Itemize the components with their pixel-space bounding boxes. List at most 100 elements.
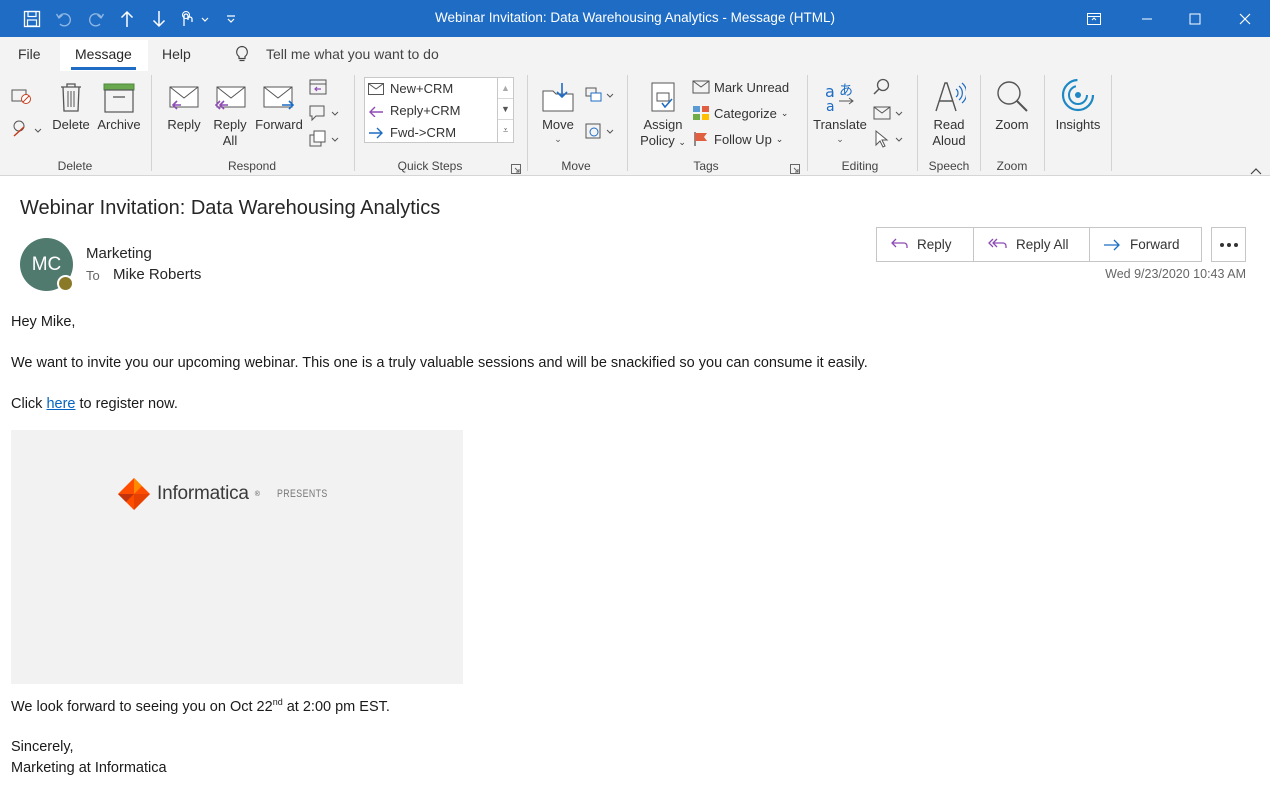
zoom-button[interactable]: Zoom [988,77,1036,133]
zoom-group-label: Zoom [996,159,1028,173]
ribbon-display-options-icon[interactable] [1071,0,1117,37]
title-bar: Webinar Invitation: Data Warehousing Ana… [0,0,1270,37]
insights-label: Insights [1055,117,1101,132]
quick-steps-group-label: Quick Steps [397,159,463,173]
register-link[interactable]: here [46,396,75,412]
move-folder-icon [536,77,580,113]
quick-step-fwd-crm[interactable]: Fwd->CRM [368,125,456,140]
quick-step-new-crm-label: New+CRM [390,81,454,96]
close-icon[interactable] [1222,0,1268,37]
message-actions: Reply Reply All Forward [876,227,1202,262]
signature: Marketing at Informatica [11,760,167,776]
signoff: Sincerely, [11,739,74,755]
reply-button[interactable]: Reply [162,77,206,133]
forward-icon [254,77,304,113]
move-button[interactable]: Move ⌄ [536,77,580,145]
insights-button[interactable]: Insights [1050,77,1106,133]
collapse-ribbon-icon[interactable] [1250,162,1262,178]
ribbon: Delete Archive Delete Reply Reply All Fo… [0,71,1270,176]
move-group-label: Move [561,159,591,173]
archive-button[interactable]: Archive [94,77,144,133]
banner-presents: PRESENTS [277,488,328,500]
tab-help[interactable]: Help [162,46,191,62]
expand-gallery-icon[interactable]: ⩡ [498,120,513,141]
reply-all-label-1: Reply [213,117,247,132]
read-aloud-label-1: Read [933,117,965,132]
forward-arrow-icon [369,127,383,138]
tags-launcher-icon[interactable] [790,161,800,177]
flag-icon [694,132,707,146]
related-icon[interactable] [872,103,906,126]
cleanup-icon[interactable] [11,119,43,142]
more-respond-icon[interactable] [308,129,342,152]
inline-forward-label: Forward [1130,237,1180,252]
reply-icon [891,238,908,248]
scroll-up-icon[interactable]: ▲ [498,78,513,99]
informatica-logo-icon [118,478,150,510]
closing-sup: nd [272,697,283,707]
trash-icon [50,77,92,113]
sender-name[interactable]: Marketing [86,245,152,262]
tab-file[interactable]: File [18,46,41,62]
quick-step-reply-crm-label: Reply+CRM [390,103,461,118]
minimize-icon[interactable] [1124,0,1170,37]
assign-policy-button[interactable]: Assign Policy ⌄ [638,77,688,150]
tell-me-search[interactable]: Tell me what you want to do [266,46,439,62]
inline-reply-all-label: Reply All [1016,237,1069,252]
select-icon[interactable] [872,129,906,152]
mark-unread-button[interactable]: Mark Unread [692,77,789,97]
speech-group-label: Speech [928,159,970,173]
follow-up-button[interactable]: Follow Up ⌄ [692,129,783,149]
tab-message[interactable]: Message [71,46,136,70]
inline-reply-all-button[interactable]: Reply All [974,228,1090,261]
reply-arrow-icon [369,106,383,117]
greeting: Hey Mike, [11,314,76,330]
onenote-icon[interactable] [584,121,618,144]
mark-unread-label: Mark Unread [714,79,790,95]
assign-policy-icon [638,77,688,113]
translate-label: Translate [813,117,867,132]
follow-up-label: Follow Up [714,131,772,147]
informatica-logo: Informatica ® [117,477,260,511]
closing-suffix: at 2:00 pm EST. [286,698,390,715]
categorize-button[interactable]: Categorize ⌄ [692,103,788,123]
quick-steps-scroll[interactable]: ▲ ▼ ⩡ [497,78,513,142]
find-icon[interactable] [872,77,892,100]
categorize-icon [693,106,709,120]
assign-policy-label-1: Assign [643,117,683,132]
reply-all-button[interactable]: Reply All [208,77,252,149]
translate-icon: aあa [812,77,868,113]
rules-icon[interactable] [584,85,618,108]
forward-button[interactable]: Forward [254,77,304,133]
forward-label: Forward [255,117,303,132]
read-aloud-label-2: Aloud [932,133,966,148]
message-datetime: Wed 9/23/2020 10:43 AM [1105,267,1246,281]
recipient-name[interactable]: Mike Roberts [113,266,201,283]
maximize-icon[interactable] [1172,0,1218,37]
translate-button[interactable]: aあa Translate ⌄ [812,77,868,145]
delete-button[interactable]: Delete [50,77,92,133]
reply-all-label-2: All [222,133,238,148]
svg-text:あ: あ [839,83,853,99]
quick-step-new-crm[interactable]: New+CRM [368,81,453,96]
tags-group-label: Tags [693,159,719,173]
inline-reply-button[interactable]: Reply [877,228,974,261]
ignore-icon[interactable] [11,87,33,108]
register-line: Click here to register now. [11,396,178,412]
quick-step-reply-crm[interactable]: Reply+CRM [368,103,460,118]
reply-all-icon [208,77,252,113]
banner-brand: Informatica [157,483,249,504]
scroll-down-icon[interactable]: ▼ [498,99,513,120]
lightbulb-icon [234,45,250,66]
assign-policy-label-2: Policy [640,133,675,148]
inline-forward-button[interactable]: Forward [1090,228,1201,261]
im-reply-icon[interactable] [308,103,342,126]
meeting-reply-icon[interactable] [308,77,328,100]
quick-steps-launcher-icon[interactable] [511,161,521,177]
body-paragraph-1: We want to invite you our upcoming webin… [11,355,868,371]
webinar-banner-image[interactable]: Informatica ® PRESENTS [11,430,463,684]
more-actions-button[interactable] [1211,227,1246,262]
register-suffix: to register now. [79,396,178,412]
reply-icon [162,77,206,113]
read-aloud-button[interactable]: Read Aloud [924,77,974,149]
